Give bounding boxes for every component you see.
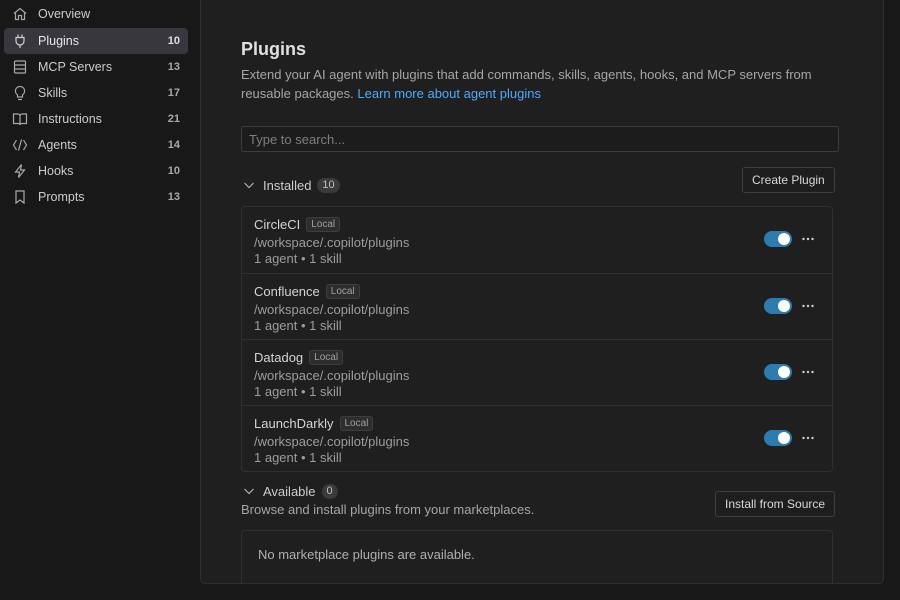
plugin-enable-toggle[interactable] <box>764 430 792 446</box>
toggle-knob <box>778 432 790 444</box>
plug-icon <box>12 33 28 49</box>
sidebar-item-label: Hooks <box>38 164 74 178</box>
plugin-meta: 1 agent • 1 skill <box>254 318 342 333</box>
more-actions-icon[interactable] <box>800 362 816 382</box>
sidebar-item-count: 21 <box>167 113 180 125</box>
sidebar-item-count: 13 <box>167 61 180 73</box>
sidebar-item-count: 10 <box>167 35 180 47</box>
installed-section-toggle[interactable]: Installed 10 <box>241 175 340 195</box>
create-plugin-button[interactable]: Create Plugin <box>742 167 835 193</box>
available-description: Browse and install plugins from your mar… <box>241 502 535 517</box>
sidebar-item-skills[interactable]: Skills 17 <box>4 80 188 106</box>
sidebar-item-label: Overview <box>38 7 91 21</box>
sidebar-item-count: 10 <box>167 165 180 177</box>
sidebar: Overview Plugins 10 MCP Servers 13 Skill… <box>0 0 195 600</box>
plugin-name-text: CircleCI <box>254 217 301 232</box>
plugin-path: /workspace/.copilot/plugins <box>254 434 410 449</box>
chevron-down-icon <box>241 177 257 193</box>
lightbulb-icon <box>12 85 28 101</box>
local-tag: Local <box>306 217 341 232</box>
sidebar-item-label: Plugins <box>38 34 79 48</box>
sidebar-item-mcp-servers[interactable]: MCP Servers 13 <box>4 54 188 80</box>
available-section-label: Available <box>263 483 316 499</box>
sidebar-item-count: 17 <box>167 87 180 99</box>
plugin-name: Confluence Local <box>254 284 360 299</box>
available-count-badge: 0 <box>321 483 338 499</box>
installed-plugin-list: CircleCI Local /workspace/.copilot/plugi… <box>241 206 833 472</box>
plugin-enable-toggle[interactable] <box>764 231 792 247</box>
plugin-meta: 1 agent • 1 skill <box>254 384 342 399</box>
home-icon <box>12 6 28 22</box>
plugin-row-confluence[interactable]: Confluence Local /workspace/.copilot/plu… <box>242 273 832 339</box>
page-title: Plugins <box>241 39 307 59</box>
more-actions-icon[interactable] <box>800 229 816 249</box>
plugin-name-text: Datadog <box>254 350 304 365</box>
sidebar-item-label: Prompts <box>38 190 85 204</box>
plugin-meta: 1 agent • 1 skill <box>254 251 342 266</box>
sidebar-item-instructions[interactable]: Instructions 21 <box>4 106 188 132</box>
sidebar-item-count: 14 <box>167 139 180 151</box>
sidebar-item-overview[interactable]: Overview <box>4 1 188 27</box>
main-panel: Plugins Extend your AI agent with plugin… <box>200 0 884 584</box>
more-actions-icon[interactable] <box>800 296 816 316</box>
empty-state-text: No marketplace plugins are available. <box>258 547 475 562</box>
sidebar-item-hooks[interactable]: Hooks 10 <box>4 158 188 184</box>
local-tag: Local <box>339 416 374 431</box>
sidebar-item-prompts[interactable]: Prompts 13 <box>4 184 188 210</box>
installed-section-label: Installed <box>263 177 312 193</box>
marketplace-empty-state: No marketplace plugins are available. <box>241 530 833 583</box>
learn-more-link[interactable]: Learn more about agent plugins <box>357 86 541 101</box>
sidebar-item-label: Skills <box>38 86 68 100</box>
lightning-icon <box>12 163 28 179</box>
sidebar-item-label: Instructions <box>38 112 102 126</box>
app-window: Overview Plugins 10 MCP Servers 13 Skill… <box>0 0 900 600</box>
more-actions-icon[interactable] <box>800 428 816 448</box>
plugin-path: /workspace/.copilot/plugins <box>254 235 410 250</box>
plugin-name: LaunchDarkly Local <box>254 416 374 431</box>
sidebar-item-count: 13 <box>167 191 180 203</box>
page-description: Extend your AI agent with plugins that a… <box>241 65 831 103</box>
server-icon <box>12 59 28 75</box>
plugin-name-text: LaunchDarkly <box>254 416 334 431</box>
plugin-enable-toggle[interactable] <box>764 298 792 314</box>
toggle-knob <box>778 233 790 245</box>
plugin-meta: 1 agent • 1 skill <box>254 450 342 465</box>
plugin-name: Datadog Local <box>254 350 344 365</box>
available-section-toggle[interactable]: Available 0 <box>241 481 338 501</box>
bookmark-icon <box>12 189 28 205</box>
code-icon <box>12 137 28 153</box>
plugin-name-text: Confluence <box>254 284 320 299</box>
plugin-row-circleci[interactable]: CircleCI Local /workspace/.copilot/plugi… <box>242 207 832 273</box>
plugin-path: /workspace/.copilot/plugins <box>254 302 410 317</box>
toggle-knob <box>778 366 790 378</box>
local-tag: Local <box>325 284 360 299</box>
sidebar-item-label: MCP Servers <box>38 60 113 74</box>
plugin-name: CircleCI Local <box>254 217 341 232</box>
install-from-source-button[interactable]: Install from Source <box>715 491 836 517</box>
sidebar-item-plugins[interactable]: Plugins 10 <box>4 28 188 54</box>
sidebar-item-label: Agents <box>38 138 77 152</box>
local-tag: Local <box>309 350 344 365</box>
search-input[interactable] <box>241 126 839 152</box>
sidebar-item-agents[interactable]: Agents 14 <box>4 132 188 158</box>
toggle-knob <box>778 300 790 312</box>
book-icon <box>12 111 28 127</box>
chevron-down-icon <box>241 483 257 499</box>
plugin-enable-toggle[interactable] <box>764 364 792 380</box>
plugin-row-datadog[interactable]: Datadog Local /workspace/.copilot/plugin… <box>242 339 832 405</box>
plugin-path: /workspace/.copilot/plugins <box>254 368 410 383</box>
installed-count-badge: 10 <box>317 177 340 193</box>
plugin-row-launchdarkly[interactable]: LaunchDarkly Local /workspace/.copilot/p… <box>242 405 832 471</box>
